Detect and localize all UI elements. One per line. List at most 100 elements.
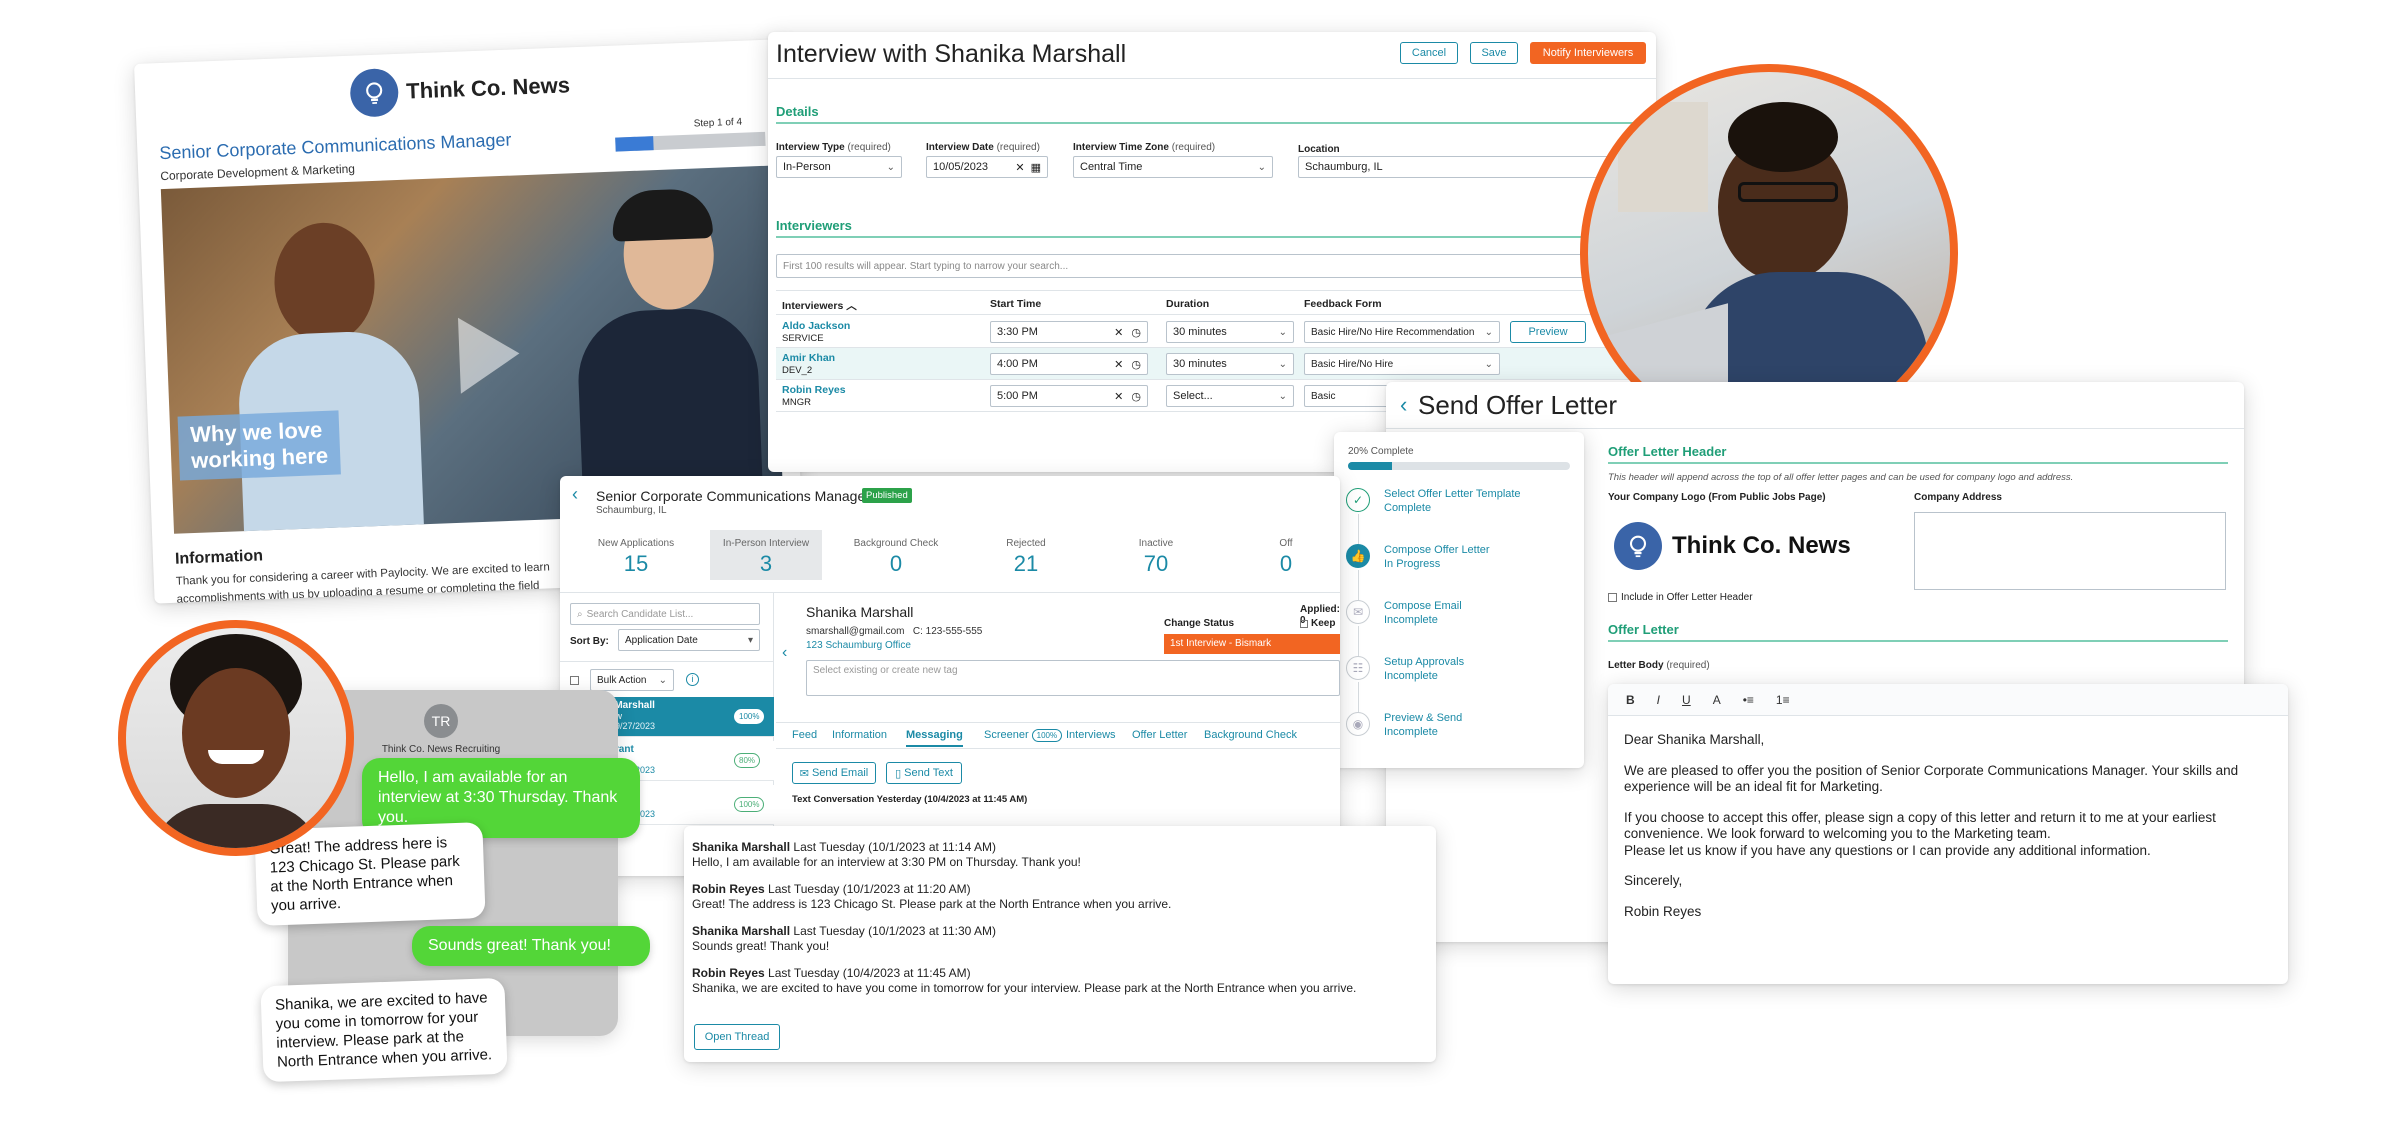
bold-button[interactable]: B	[1626, 693, 1635, 707]
interviewer-dept: DEV_2	[782, 365, 813, 376]
pipeline-stats: New Applications 15 In-Person Interview 3 Ba…	[580, 530, 1340, 586]
italic-button[interactable]: I	[1657, 693, 1660, 707]
feedback-form-select[interactable]: Basic Hire/No Hire Recommendation ⌄	[1304, 321, 1500, 343]
tab-screener[interactable]: Screener 100%	[984, 729, 1063, 742]
candidate-score-badge: 100%	[734, 709, 765, 724]
include-header-checkbox[interactable]: Include in Offer Letter Header	[1608, 592, 1753, 603]
interviewer-name[interactable]: Amir Khan	[782, 352, 835, 364]
company-address-input[interactable]	[1914, 512, 2226, 590]
pipeline-stat[interactable]: In-Person Interview 3	[710, 530, 822, 580]
tab-interviews[interactable]: Interviews	[1066, 729, 1116, 741]
letter-body-label: Letter Body (required)	[1608, 660, 1710, 671]
cancel-button[interactable]: Cancel	[1400, 42, 1458, 64]
message-text: Great! The address is 123 Chicago St. Pl…	[692, 897, 1172, 911]
back-chevron-icon[interactable]: ‹	[572, 484, 578, 505]
step-status: Incomplete	[1384, 614, 1438, 626]
pipeline-stat[interactable]: Rejected 21	[970, 530, 1082, 580]
duration-select[interactable]: Select... ⌄	[1166, 385, 1294, 407]
pipeline-stat[interactable]: Inactive 70	[1100, 530, 1212, 580]
save-button[interactable]: Save	[1470, 42, 1518, 64]
tab-offer-letter[interactable]: Offer Letter	[1132, 729, 1187, 741]
preview-button[interactable]: Preview	[1510, 321, 1586, 343]
sort-select[interactable]: Application Date ▾	[618, 629, 760, 651]
play-icon[interactable]	[457, 315, 521, 394]
duration-select[interactable]: 30 minutes ⌄	[1166, 353, 1294, 375]
offer-progress-fill	[1348, 462, 1393, 470]
phone-icon: ▯	[895, 767, 902, 780]
letter-paragraph: Dear Shanika Marshall,	[1624, 732, 1765, 747]
pipeline-stat[interactable]: Off 0	[1230, 530, 1340, 580]
sort-up-icon[interactable]: ︿	[846, 300, 857, 312]
interviewer-name[interactable]: Aldo Jackson	[782, 320, 850, 332]
select-all-checkbox[interactable]	[570, 676, 579, 685]
time-zone-select[interactable]: Central Time ⌄	[1073, 156, 1273, 178]
pipeline-stat[interactable]: Background Check 0	[840, 530, 952, 580]
start-time-field[interactable]: 3:30 PM ✕ ◷	[990, 321, 1148, 343]
screener-badge: 100%	[1031, 729, 1063, 742]
open-thread-button[interactable]: Open Thread	[694, 1024, 780, 1050]
clear-icon[interactable]: ✕	[1114, 326, 1123, 339]
stat-label: Background Check	[853, 538, 939, 549]
pipeline-stat[interactable]: New Applications 15	[580, 530, 692, 580]
time-zone-label: Interview Time Zone (required)	[1073, 142, 1216, 153]
thread-message: Shanika Marshall Last Tuesday (10/1/2023…	[692, 840, 1432, 870]
duration-select[interactable]: 30 minutes ⌄	[1166, 321, 1294, 343]
ats-card: ‹ Senior Corporate Communications Manage…	[560, 476, 1340, 876]
send-text-button[interactable]: ▯ Send Text	[886, 762, 962, 784]
start-time-field[interactable]: 4:00 PM ✕ ◷	[990, 353, 1148, 375]
clear-icon[interactable]: ✕	[1114, 358, 1123, 371]
candidate-name: Shanika Marshall	[806, 604, 914, 620]
keep-checkbox[interactable]: Keep	[1300, 618, 1335, 629]
bulk-action-button[interactable]: Bulk Action ⌄	[590, 669, 674, 691]
collapse-chevron-icon[interactable]: ‹	[782, 644, 787, 662]
tab-feed[interactable]: Feed	[792, 729, 817, 741]
lightbulb-icon	[349, 67, 400, 118]
clear-icon[interactable]: ✕	[1015, 161, 1024, 174]
step-title[interactable]: Compose Email	[1384, 600, 1462, 612]
step-title[interactable]: Compose Offer Letter	[1384, 544, 1490, 556]
back-chevron-icon[interactable]: ‹	[1400, 392, 1407, 418]
bullet-list-button[interactable]: •≡	[1743, 693, 1754, 707]
status-select[interactable]: 1st Interview - Bismark	[1164, 634, 1340, 654]
letter-paragraph: Robin Reyes	[1624, 903, 1702, 919]
candidate-search-input[interactable]: ⌕ Search Candidate List...	[570, 603, 760, 625]
lightbulb-icon	[1614, 522, 1662, 570]
text-color-button[interactable]: A	[1713, 693, 1721, 707]
send-email-button[interactable]: ✉ Send Email	[792, 762, 876, 784]
location-input[interactable]: Schaumburg, IL	[1298, 156, 1648, 178]
interviewer-name[interactable]: Robin Reyes	[782, 384, 846, 396]
thread-message-header: Shanika Marshall Last Tuesday (10/1/2023…	[692, 924, 1432, 939]
candidate-address[interactable]: 123 Schaumburg Office	[806, 640, 911, 651]
clear-icon[interactable]: ✕	[1114, 390, 1123, 403]
chevron-down-icon: ⌄	[1278, 358, 1287, 370]
logo-label: Your Company Logo (From Public Jobs Page…	[1608, 492, 1826, 503]
calendar-icon[interactable]: ▦	[1031, 161, 1041, 174]
underline-button[interactable]: U	[1682, 693, 1691, 707]
sender-name: Robin Reyes	[692, 882, 765, 896]
interview-type-select[interactable]: In-Person ⌄	[776, 156, 902, 178]
numbered-list-button[interactable]: 1≡	[1776, 693, 1790, 707]
thread-message-header: Robin Reyes Last Tuesday (10/4/2023 at 1…	[692, 966, 1432, 981]
tag-input[interactable]: Select existing or create new tag	[806, 660, 1340, 696]
info-icon[interactable]: i	[686, 673, 699, 686]
step-title[interactable]: Select Offer Letter Template	[1384, 488, 1521, 500]
clock-icon[interactable]: ◷	[1131, 390, 1141, 403]
message-time: Last Tuesday (10/1/2023 at 11:20 AM)	[768, 882, 971, 896]
chevron-down-icon: ⌄	[1278, 326, 1287, 338]
clock-icon[interactable]: ◷	[1131, 326, 1141, 339]
step-title[interactable]: Setup Approvals	[1384, 656, 1464, 668]
tab-information[interactable]: Information	[832, 729, 887, 741]
letter-body-text[interactable]: Dear Shanika Marshall, We are pleased to …	[1624, 732, 2274, 920]
feedback-form-select[interactable]: Basic Hire/No Hire ⌄	[1304, 353, 1500, 375]
message-time: Last Tuesday (10/4/2023 at 11:45 AM)	[768, 966, 971, 980]
tab-background-check[interactable]: Background Check	[1204, 729, 1297, 741]
chevron-down-icon: ⌄	[1484, 358, 1493, 370]
interviewer-search-input[interactable]: First 100 results will appear. Start typ…	[776, 254, 1648, 278]
start-time-field[interactable]: 5:00 PM ✕ ◷	[990, 385, 1148, 407]
clock-icon[interactable]: ◷	[1131, 358, 1141, 371]
notify-interviewers-button[interactable]: Notify Interviewers	[1530, 42, 1646, 64]
step-title[interactable]: Preview & Send	[1384, 712, 1462, 724]
interview-date-field[interactable]: 10/05/2023 ✕ ▦	[926, 156, 1048, 178]
column-header-interviewers[interactable]: Interviewers ︿	[782, 298, 857, 313]
tab-messaging[interactable]: Messaging	[906, 729, 963, 747]
